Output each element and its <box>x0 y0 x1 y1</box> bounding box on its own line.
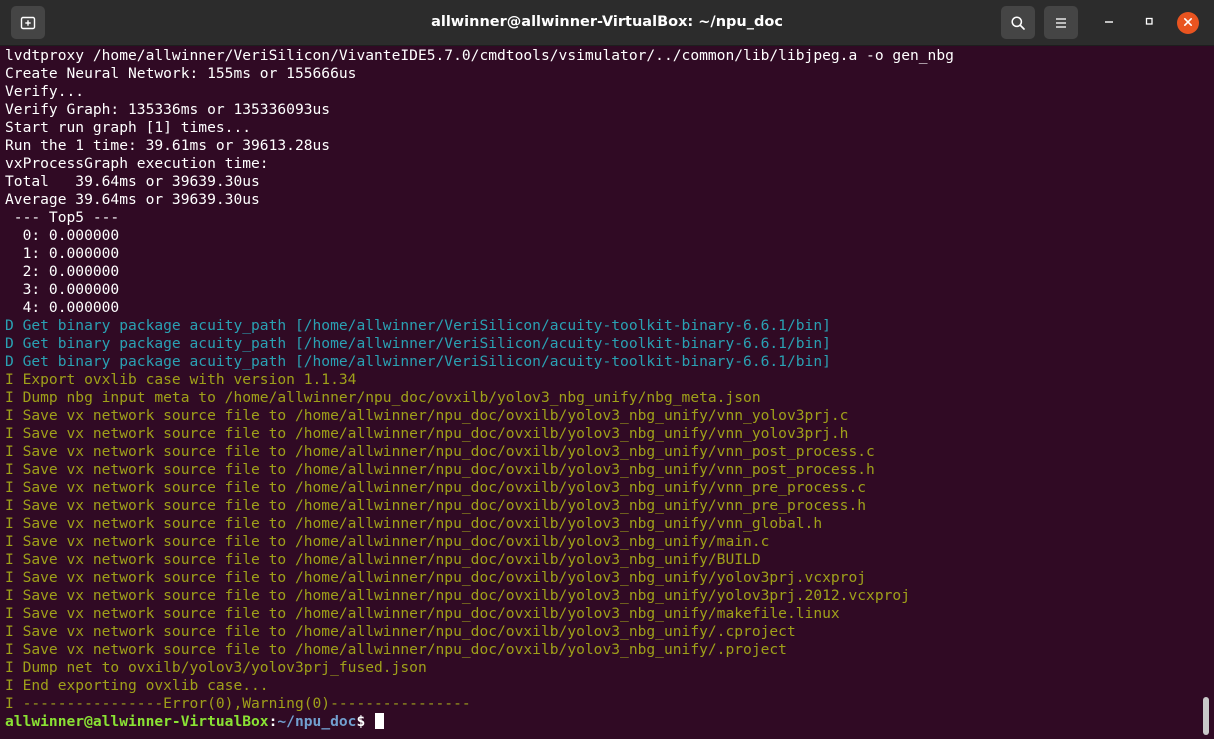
terminal-line: Run the 1 time: 39.61ms or 39613.28us <box>5 137 331 154</box>
terminal-line: lvdtproxy /home/allwinner/VeriSilicon/Vi… <box>5 47 954 64</box>
terminal-line: I Save vx network source file to /home/a… <box>5 497 867 514</box>
terminal-line: 0: 0.000000 <box>5 227 120 244</box>
terminal-line: Total 39.64ms or 39639.30us <box>5 173 260 190</box>
terminal-line: 3: 0.000000 <box>5 281 120 298</box>
search-icon <box>1010 15 1026 31</box>
menu-button[interactable] <box>1044 6 1078 39</box>
terminal-line: I Dump net to ovxilb/yolov3/yolov3prj_fu… <box>5 659 427 676</box>
prompt-symbol: $ <box>356 713 375 730</box>
minimize-icon <box>1103 14 1115 32</box>
terminal-line: I ----------------Error(0),Warning(0)---… <box>5 695 471 712</box>
prompt-user-host: allwinner@allwinner-VirtualBox <box>5 713 269 730</box>
terminal-line: I Save vx network source file to /home/a… <box>5 443 875 460</box>
terminal-line: I Save vx network source file to /home/a… <box>5 461 875 478</box>
minimize-button[interactable] <box>1098 12 1120 34</box>
terminal-line: D Get binary package acuity_path [/home/… <box>5 317 831 334</box>
terminal-line: Average 39.64ms or 39639.30us <box>5 191 260 208</box>
terminal-line: --- Top5 --- <box>5 209 120 226</box>
text-cursor <box>375 713 385 729</box>
vertical-scrollbar[interactable] <box>1198 47 1214 739</box>
terminal-line: 2: 0.000000 <box>5 263 120 280</box>
close-button[interactable] <box>1177 12 1199 34</box>
terminal-line: I Dump nbg input meta to /home/allwinner… <box>5 389 761 406</box>
scrollbar-thumb[interactable] <box>1203 697 1209 735</box>
terminal-line: I Save vx network source file to /home/a… <box>5 551 761 568</box>
terminal-line: I Export ovxlib case with version 1.1.34 <box>5 371 357 388</box>
terminal-line: I Save vx network source file to /home/a… <box>5 533 770 550</box>
terminal-line: I End exporting ovxlib case... <box>5 677 269 694</box>
terminal-line: Create Neural Network: 155ms or 155666us <box>5 65 357 82</box>
terminal-line: vxProcessGraph execution time: <box>5 155 269 172</box>
maximize-button[interactable] <box>1138 12 1160 34</box>
prompt-path: ~/npu_doc <box>277 713 357 730</box>
terminal-line: I Save vx network source file to /home/a… <box>5 425 849 442</box>
terminal-line: Start run graph [1] times... <box>5 119 252 136</box>
search-button[interactable] <box>1001 6 1035 39</box>
terminal-line: I Save vx network source file to /home/a… <box>5 569 867 586</box>
terminal-line: 1: 0.000000 <box>5 245 120 262</box>
terminal-line: 4: 0.000000 <box>5 299 120 316</box>
terminal-line: D Get binary package acuity_path [/home/… <box>5 335 831 352</box>
terminal-line: I Save vx network source file to /home/a… <box>5 641 787 658</box>
terminal-line: I Save vx network source file to /home/a… <box>5 587 910 604</box>
terminal-output[interactable]: lvdtproxy /home/allwinner/VeriSilicon/Vi… <box>0 47 1198 739</box>
terminal-line: I Save vx network source file to /home/a… <box>5 407 849 424</box>
close-icon <box>1183 14 1193 32</box>
hamburger-menu-icon <box>1054 16 1068 30</box>
terminal-line: I Save vx network source file to /home/a… <box>5 605 840 622</box>
terminal-line: I Save vx network source file to /home/a… <box>5 623 796 640</box>
terminal-line: Verify... <box>5 83 85 100</box>
terminal-line: I Save vx network source file to /home/a… <box>5 479 867 496</box>
terminal-line: I Save vx network source file to /home/a… <box>5 515 823 532</box>
prompt-line[interactable]: allwinner@allwinner-VirtualBox:~/npu_doc… <box>5 713 1198 731</box>
terminal-line: Verify Graph: 135336ms or 135336093us <box>5 101 331 118</box>
terminal-line: D Get binary package acuity_path [/home/… <box>5 353 831 370</box>
terminal-window: allwinner@allwinner-VirtualBox: ~/npu_do… <box>0 0 1214 739</box>
maximize-icon <box>1143 14 1155 32</box>
title-bar[interactable]: allwinner@allwinner-VirtualBox: ~/npu_do… <box>0 0 1214 46</box>
